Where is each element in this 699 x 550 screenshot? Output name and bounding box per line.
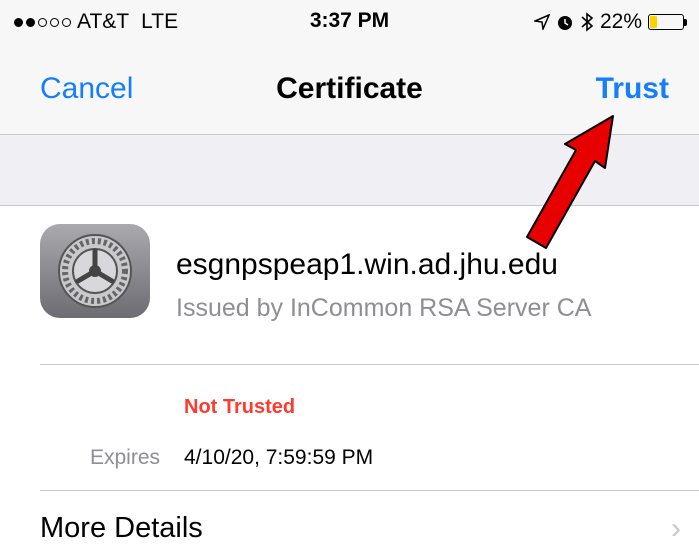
battery-icon [648, 14, 684, 30]
section-spacer [0, 135, 699, 206]
page-title: Certificate [276, 72, 423, 105]
battery-percent: 22% [599, 10, 642, 33]
alarm-icon [557, 16, 572, 30]
expires-value: 4/10/20, 7:59:59 PM [184, 446, 374, 469]
trust-status: Not Trusted [184, 396, 296, 418]
more-details-row[interactable]: More Details [40, 512, 203, 545]
navigation-bar: Cancel Certificate Trust [0, 48, 699, 135]
certificate-issuer: Issued by InCommon RSA Server CA [176, 294, 592, 322]
settings-gear-icon [40, 224, 150, 318]
chevron-right-icon: › [671, 512, 681, 545]
expires-label: Expires [90, 446, 161, 469]
status-indicators: 22% [533, 10, 687, 34]
bluetooth-icon [581, 12, 594, 32]
divider [40, 490, 699, 491]
location-icon [533, 14, 550, 30]
status-bar: AT&T LTE 3:37 PM 22% [0, 0, 699, 48]
divider [40, 364, 699, 365]
trust-button[interactable]: Trust [596, 72, 669, 106]
certificate-name: esgnpspeap1.win.ad.jhu.edu [176, 248, 558, 281]
